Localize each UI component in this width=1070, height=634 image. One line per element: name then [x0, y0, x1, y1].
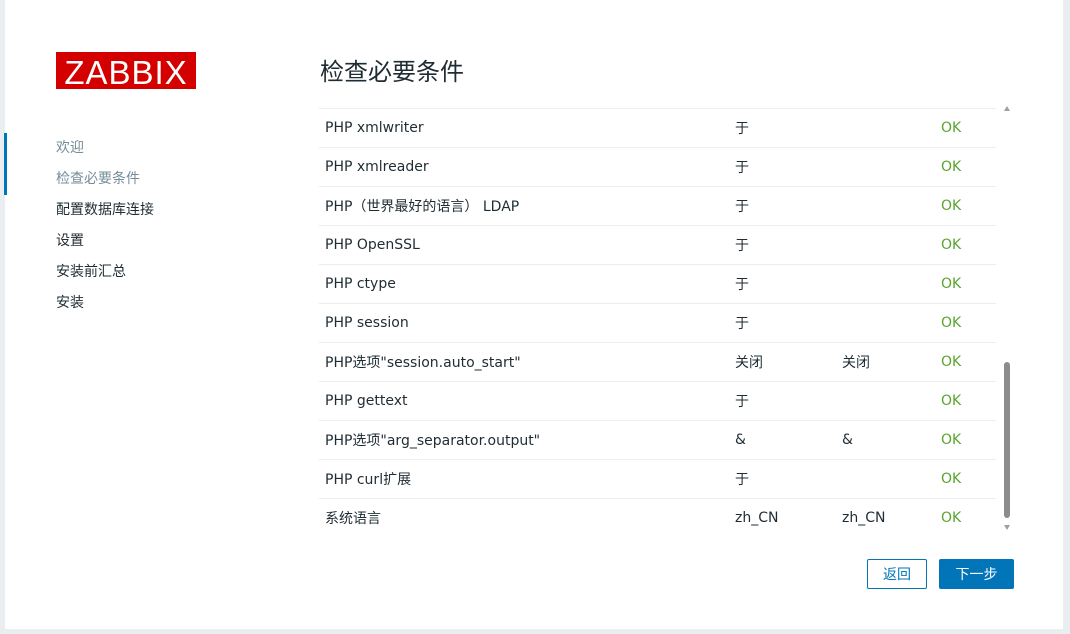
requirement-status: OK — [935, 186, 996, 226]
requirement-name: PHP xmlreader — [319, 147, 729, 187]
requirement-row: 系统语言 zh_CN zh_CN OK — [319, 498, 996, 533]
requirement-row: PHP选项"arg_separator.output" & & OK — [319, 420, 996, 460]
step-settings: 设置 — [56, 233, 84, 249]
requirement-row: PHP选项"session.auto_start" 关闭 关闭 OK — [319, 342, 996, 382]
requirement-required-value — [836, 264, 935, 304]
requirement-status: OK — [935, 342, 996, 382]
requirement-status: OK — [935, 225, 996, 265]
requirement-current-value: 于 — [729, 459, 836, 499]
requirement-required-value — [836, 186, 935, 226]
requirement-required-value — [836, 109, 935, 148]
requirement-current-value: & — [729, 420, 836, 460]
requirement-row: PHP ctype 于 OK — [319, 264, 996, 304]
zabbix-logo: ZABBIX — [56, 52, 196, 91]
requirement-current-value: 于 — [729, 264, 836, 304]
requirement-row: PHP xmlreader 于 OK — [319, 147, 996, 187]
requirement-status: OK — [935, 303, 996, 343]
page-title: 检查必要条件 — [320, 58, 464, 86]
step-configure-db: 配置数据库连接 — [56, 202, 154, 218]
requirement-required-value — [836, 303, 935, 343]
requirement-required-value: zh_CN — [836, 498, 935, 533]
scroll-up-arrow-icon[interactable] — [1004, 106, 1010, 111]
requirement-current-value: 于 — [729, 225, 836, 265]
requirement-required-value: 关闭 — [836, 342, 935, 382]
requirement-status: OK — [935, 147, 996, 187]
next-step-button[interactable]: 下一步 — [939, 559, 1014, 589]
step-check-prerequisites: 检查必要条件 — [4, 164, 265, 195]
setup-window: ZABBIX 欢迎 检查必要条件 配置数据库连接 设置 安装前汇总 安装 检查必… — [4, 0, 1063, 629]
requirement-name: PHP ctype — [319, 264, 729, 304]
step-install: 安装 — [56, 295, 84, 311]
requirement-name: PHP选项"session.auto_start" — [319, 342, 729, 382]
requirement-required-value — [836, 147, 935, 187]
requirement-status: OK — [935, 109, 996, 148]
requirement-current-value: 于 — [729, 186, 836, 226]
requirement-status: OK — [935, 264, 996, 304]
requirement-name: PHP（世界最好的语言） LDAP — [319, 186, 729, 226]
requirements-table: PHP xmlwriter 于 OK PHP xmlreader 于 OK PHP（世界最好… — [319, 109, 996, 533]
requirement-current-value: zh_CN — [729, 498, 836, 533]
requirement-row: PHP session 于 OK — [319, 303, 996, 343]
requirement-name: PHP gettext — [319, 381, 729, 421]
requirement-current-value: 于 — [729, 147, 836, 187]
requirement-status: OK — [935, 381, 996, 421]
requirement-status: OK — [935, 420, 996, 460]
requirement-name: PHP curl扩展 — [319, 459, 729, 499]
requirement-current-value: 于 — [729, 381, 836, 421]
requirement-name: PHP选项"arg_separator.output" — [319, 420, 729, 460]
requirement-required-value — [836, 459, 935, 499]
requirements-table-container[interactable]: PHP xmlwriter 于 OK PHP xmlreader 于 OK PHP（世界最好… — [319, 108, 996, 533]
requirement-name: PHP session — [319, 303, 729, 343]
requirement-current-value: 于 — [729, 303, 836, 343]
setup-steps-nav: 欢迎 检查必要条件 配置数据库连接 设置 安装前汇总 安装 — [4, 133, 265, 319]
scroll-thumb[interactable] — [1004, 362, 1010, 518]
requirement-name: PHP xmlwriter — [319, 109, 729, 148]
requirement-name: 系统语言 — [319, 498, 729, 533]
requirement-current-value: 于 — [729, 109, 836, 148]
requirement-status: OK — [935, 498, 996, 533]
requirement-row: PHP OpenSSL 于 OK — [319, 225, 996, 265]
requirement-name: PHP OpenSSL — [319, 225, 729, 265]
requirement-required-value — [836, 381, 935, 421]
requirement-row: PHP curl扩展于 OK — [319, 459, 996, 499]
requirement-row: PHP gettext 于 OK — [319, 381, 996, 421]
step-welcome: 欢迎 — [4, 133, 265, 164]
back-button[interactable]: 返回 — [867, 559, 927, 589]
requirement-row: PHP（世界最好的语言） LDAP 于 OK — [319, 186, 996, 226]
requirement-row: PHP xmlwriter 于 OK — [319, 109, 996, 148]
requirement-current-value: 关闭 — [729, 342, 836, 382]
requirements-scrollbar[interactable] — [1002, 104, 1014, 532]
scroll-down-arrow-icon[interactable] — [1004, 525, 1010, 530]
requirement-required-value — [836, 225, 935, 265]
requirement-required-value: & — [836, 420, 935, 460]
step-pre-install-summary: 安装前汇总 — [56, 264, 126, 280]
requirement-status: OK — [935, 459, 996, 499]
